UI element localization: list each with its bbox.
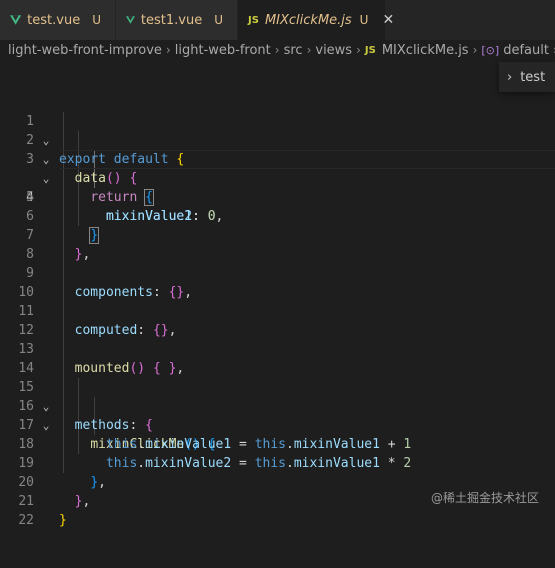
line-number: 22 [18, 513, 34, 528]
code-line: 20 }, [0, 454, 555, 509]
code-line: 3 ⌄ return { [0, 131, 555, 206]
close-icon[interactable]: ✕ [382, 12, 394, 28]
breadcrumb-item[interactable]: MIXclickMe.js [382, 43, 469, 58]
breadcrumb: light-web-front-improve › light-web-fron… [0, 40, 555, 60]
tab-label: MIXclickMe.js [264, 12, 352, 28]
vue-icon [126, 16, 135, 24]
editor-tab-bar: test.vue U test1.vue U JS MIXclickMe.js … [0, 0, 555, 40]
code-line: 11 computed: {}, [0, 283, 555, 338]
current-line-highlight [59, 150, 555, 169]
untracked-badge: U [92, 13, 101, 27]
chevron-right-icon: › [274, 43, 280, 57]
code-line: 2 ⌄ data() { [0, 112, 555, 186]
code-line-current: 4 mixinValue1: 0, [0, 150, 555, 224]
code-line: 10 [0, 264, 555, 300]
tab-label: test1.vue [140, 12, 203, 28]
vue-icon [10, 15, 22, 25]
code-line: 14 [0, 340, 555, 376]
watermark: @稀土掘金技术社区 [430, 491, 539, 505]
breadcrumb-item[interactable]: views [315, 43, 352, 58]
chevron-right-icon: › [306, 43, 312, 57]
code-line: 1 ⌄ export default { [0, 93, 555, 167]
tab-mixclickme-js[interactable]: JS MIXclickMe.js U ✕ [238, 0, 394, 40]
js-icon: JS [364, 44, 376, 56]
code-line: 15 ⌄ methods: { [0, 359, 555, 433]
untracked-badge: U [359, 13, 369, 27]
code-editor[interactable]: 1 ⌄ export default { 2 ⌄ data() { 3 ⌄ re… [0, 93, 555, 528]
chevron-right-icon: › [356, 43, 361, 57]
code-line: 12 [0, 302, 555, 338]
breadcrumb-item[interactable]: light-web-front-improve [8, 43, 162, 58]
tab-test1-vue[interactable]: test1.vue U [116, 0, 238, 40]
code-line: 8 [0, 226, 555, 262]
code-line: 6 } [0, 188, 555, 244]
tab-test-vue[interactable]: test.vue U [0, 0, 116, 40]
breadcrumb-item[interactable]: light-web-front [175, 43, 271, 58]
tab-label: test.vue [27, 12, 81, 28]
code-line: 5 mixinValue2: 0 [0, 169, 555, 224]
chevron-right-icon: › [472, 43, 478, 57]
code-line: 19 }, [0, 435, 555, 490]
untracked-badge: U [214, 13, 223, 27]
breadcrumb-item[interactable]: src [284, 43, 303, 58]
chevron-right-icon: › [165, 43, 171, 57]
code-line: 17 this.mixinValue1 = this.mixinValue1 +… [0, 397, 555, 452]
breadcrumb-item[interactable]: default [503, 43, 549, 58]
chevron-right-icon: › [507, 69, 513, 85]
code-line: 16 ⌄ mixinClickMe() { [0, 378, 555, 452]
code-line: 7 }, [0, 207, 555, 262]
code-line: 13 mounted() { }, [0, 321, 555, 376]
js-icon: JS [248, 14, 259, 26]
sticky-scroll-widget[interactable]: › test [499, 62, 555, 92]
symbol-variable-icon: [⊙] [481, 43, 500, 57]
code-line: 18 this.mixinValue2 = this.mixinValue1 *… [0, 416, 555, 471]
sticky-scroll-label: test [520, 69, 546, 85]
code-line: 9 components: {}, [0, 245, 555, 300]
